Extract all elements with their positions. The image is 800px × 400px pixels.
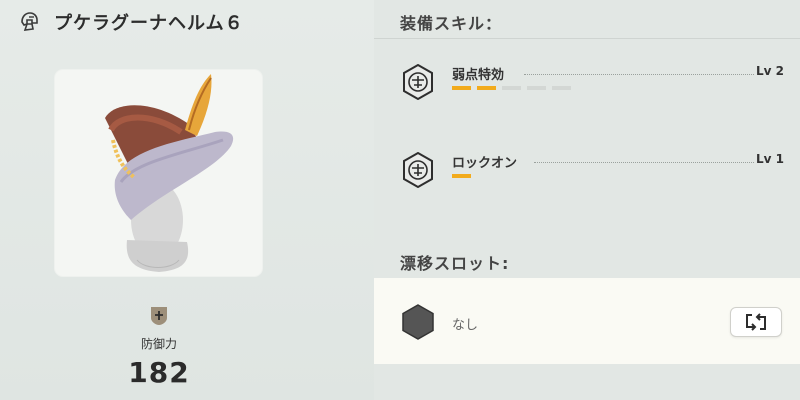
shield-icon — [151, 307, 167, 325]
level-pip — [452, 86, 471, 90]
skill-row[interactable]: 弱点特効 Lv 2 — [400, 64, 790, 104]
swap-icon — [746, 313, 766, 331]
skill-name: 弱点特効 — [452, 68, 505, 83]
level-pip — [552, 86, 571, 90]
skill-name: ロックオン — [452, 156, 518, 171]
decoration-slot[interactable]: なし — [374, 278, 800, 364]
title-row: プケラグーナヘルム６ — [18, 10, 244, 34]
level-pip — [452, 174, 471, 178]
section-divider — [374, 38, 800, 39]
defense-stat: 防御力 182 — [109, 306, 209, 389]
leader-dots — [534, 162, 754, 163]
skill-crest-icon — [403, 152, 433, 188]
level-pip — [502, 86, 521, 90]
level-pip — [477, 86, 496, 90]
skills-section-title: 装備スキル： — [400, 14, 503, 33]
decoration-section-title: 漂移スロット: — [400, 254, 510, 273]
swap-decoration-button[interactable] — [730, 307, 782, 337]
slot-status-text: なし — [452, 318, 479, 333]
armor-detail-panel: プケラグーナヘルム６ 防御力 182 — [0, 0, 374, 400]
level-pip — [527, 86, 546, 90]
skill-level: Lv 1 — [756, 152, 784, 166]
skill-level-bars — [452, 174, 471, 178]
skill-crest-icon — [403, 64, 433, 100]
armor-name: プケラグーナヘルム６ — [54, 13, 244, 34]
helm-icon — [21, 12, 38, 31]
defense-label: 防御力 — [140, 337, 177, 351]
defense-value: 182 — [128, 356, 190, 389]
armor-preview-image — [55, 70, 262, 276]
empty-slot-hex-icon — [402, 304, 434, 340]
skill-level-bars — [452, 86, 571, 90]
skill-level: Lv 2 — [756, 64, 784, 78]
skills-panel: 装備スキル： 弱点特効 Lv 2 ロックオン Lv 1 漂移スロット: なし — [374, 0, 800, 400]
leader-dots — [524, 74, 754, 75]
skill-row[interactable]: ロックオン Lv 1 — [400, 152, 790, 192]
